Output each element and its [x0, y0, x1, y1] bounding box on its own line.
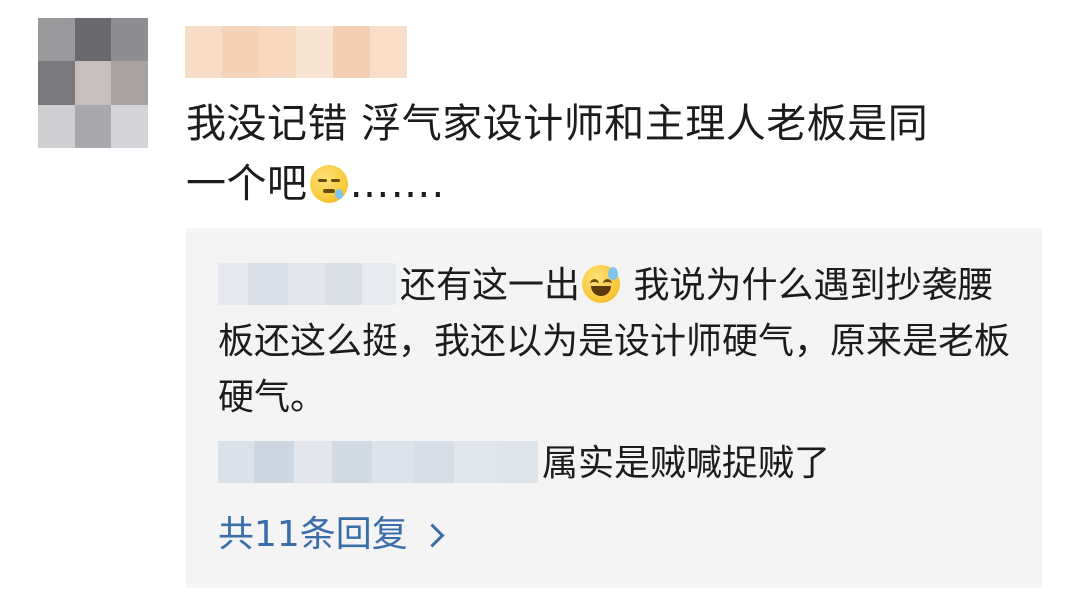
chevron-right-icon: [420, 522, 445, 548]
grinning-sweat-emoji-icon: [582, 265, 621, 303]
reply-item[interactable]: 属实是贼喊捉贼了: [218, 436, 1018, 492]
reply-text: 属实是贼喊捉贼了: [542, 443, 831, 484]
more-replies-link[interactable]: 共11条回复: [218, 510, 445, 560]
reply-username-blurred[interactable]: [218, 263, 396, 305]
reply-text: 还有这一出: [400, 265, 581, 306]
avatar[interactable]: [38, 18, 148, 148]
username-blurred[interactable]: [185, 26, 407, 78]
reply-username-blurred[interactable]: [218, 441, 538, 483]
comment-text-ellipsis: …….: [349, 161, 446, 207]
reply-thread: 还有这一出 我说为什么遇到抄袭腰板还这么挺，我还以为是设计师硬气，原来是老板硬气…: [186, 228, 1042, 588]
comment-text-line1: 我没记错 浮气家设计师和主理人老板是同: [186, 101, 929, 147]
comment-body: 我没记错 浮气家设计师和主理人老板是同 一个吧 …….: [186, 94, 1026, 214]
comment-text-line2: 一个吧: [186, 161, 308, 207]
more-replies-label: 共11条回复: [218, 514, 408, 555]
reply-item[interactable]: 还有这一出 我说为什么遇到抄袭腰板还这么挺，我还以为是设计师硬气，原来是老板硬气…: [218, 258, 1018, 426]
sleepy-sweat-emoji-icon: [309, 165, 348, 203]
